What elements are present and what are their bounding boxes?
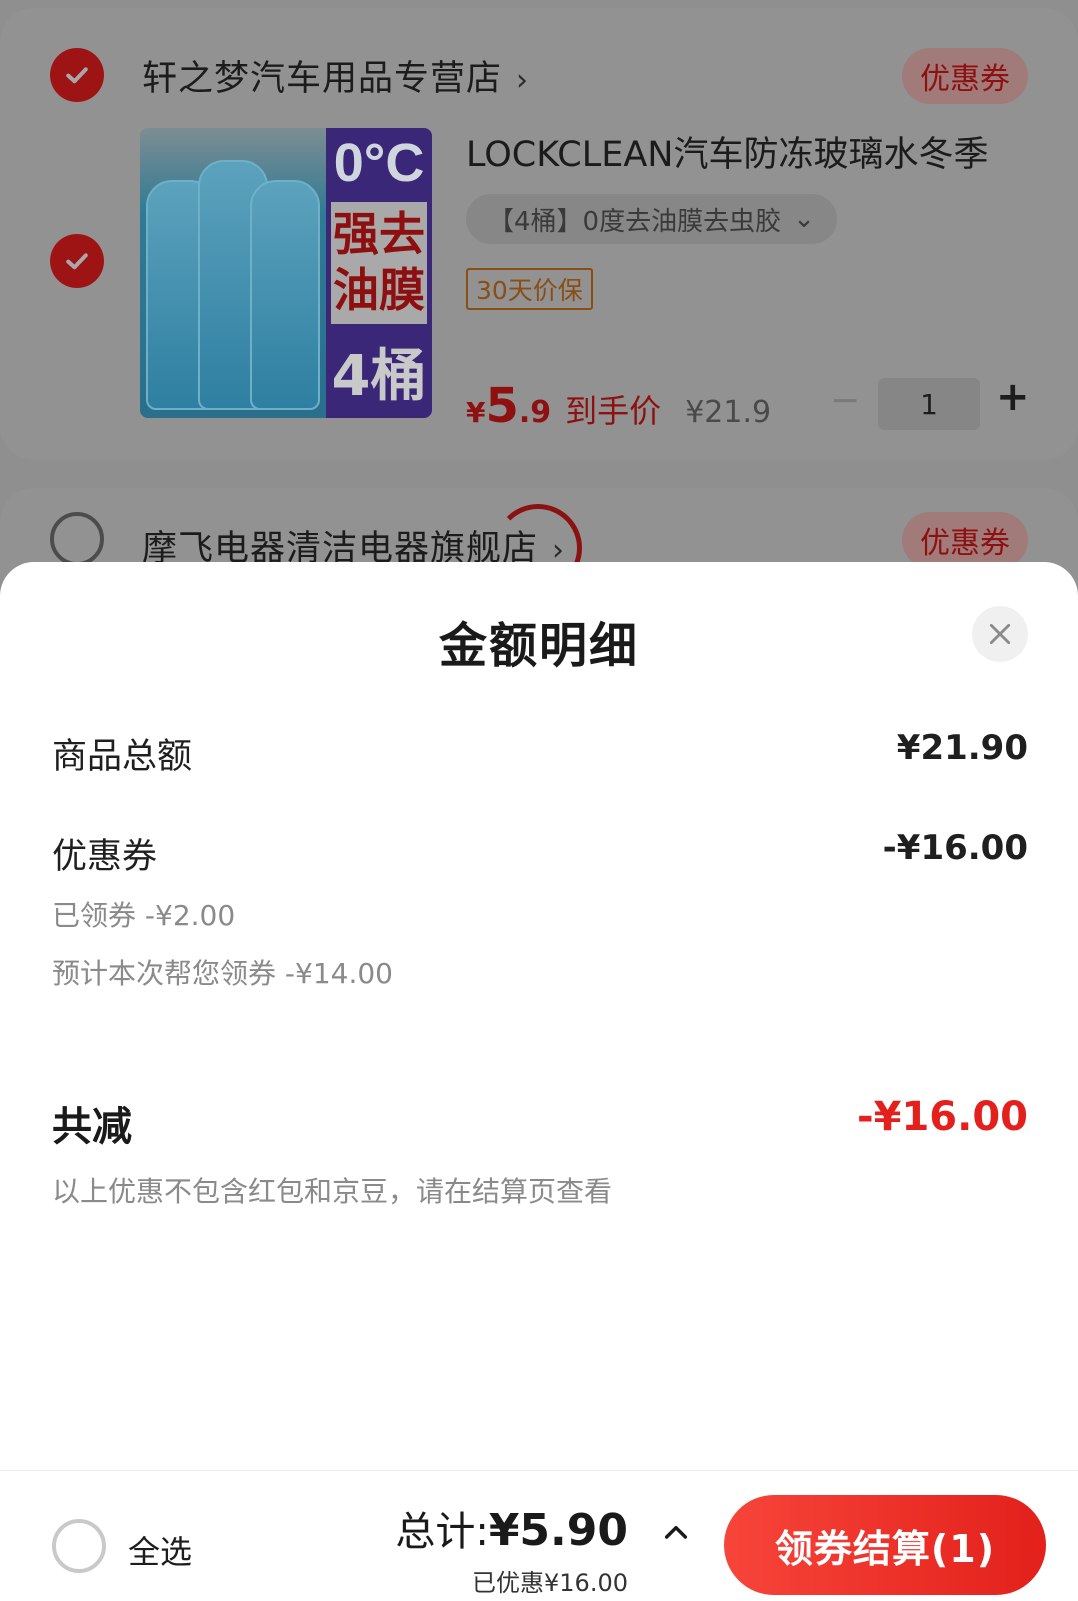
check-icon xyxy=(66,253,88,270)
store-name-link[interactable]: 轩之梦汽车用品专营店 › xyxy=(142,50,529,101)
total-price: 总计:¥5.90 xyxy=(395,1499,628,1557)
original-price: ¥21.9 xyxy=(685,395,772,430)
checkout-bar: 全选 总计:¥5.90 已优惠¥16.00 领券结算(1) xyxy=(0,1470,1078,1601)
claimed-coupon-line: 已领券 -¥2.00 xyxy=(52,899,236,932)
store-card: 轩之梦汽车用品专营店 › 优惠券 0°C 强去 油膜 4桶 LOCKCLEAN汽车… xyxy=(0,8,1078,460)
product-image[interactable]: 0°C 强去 油膜 4桶 xyxy=(140,128,432,418)
product-image-count: 4桶 xyxy=(331,344,427,409)
total-amount: ¥5.90 xyxy=(488,1505,628,1556)
product-image-slogan: 强去 油膜 xyxy=(331,201,427,324)
product-image-panel: 0°C 强去 油膜 4桶 xyxy=(326,128,432,418)
product-bottles-graphic xyxy=(140,128,326,418)
quantity-input[interactable]: 1 xyxy=(878,378,980,430)
bottle-shape xyxy=(250,180,320,410)
store-name: 轩之梦汽车用品专营店 xyxy=(142,59,503,99)
item-select-checkbox[interactable] xyxy=(50,234,104,288)
variant-label: 【4桶】0度去油膜去虫胶 xyxy=(488,206,782,237)
sheet-title: 金额明细 xyxy=(438,618,639,674)
coupon-badge[interactable]: 优惠券 xyxy=(902,48,1028,104)
chevron-up-icon[interactable] xyxy=(660,1517,692,1549)
amount-detail-sheet: 金额明细 商品总额 ¥21.90 优惠券 -¥16.00 已领券 -¥2.00 … xyxy=(0,562,1078,1601)
coupon-badge[interactable]: 优惠券 xyxy=(902,512,1028,568)
price-guarantee-tag: 30天价保 xyxy=(466,268,593,310)
chevron-down-icon: ⌄ xyxy=(793,204,815,234)
price-decimal: .9 xyxy=(518,395,552,430)
product-image-temp: 0°C xyxy=(333,133,425,193)
discount-note: 以上优惠不包含红包和京豆，请在结算页查看 xyxy=(52,1175,613,1208)
total-discount-label: 共减 xyxy=(52,1104,132,1150)
select-all-checkbox[interactable] xyxy=(52,1519,106,1573)
price-integer: 5 xyxy=(485,378,519,434)
auto-claim-coupon-line: 预计本次帮您领券 -¥14.00 xyxy=(52,957,393,990)
price-label: 到手价 xyxy=(565,392,662,430)
select-all-label[interactable]: 全选 xyxy=(128,1527,192,1573)
price-currency: ¥ xyxy=(466,396,486,429)
coupon-label: 优惠券 xyxy=(52,837,158,877)
goods-total-label: 商品总额 xyxy=(52,737,193,777)
check-icon xyxy=(66,67,88,84)
product-title[interactable]: LOCKCLEAN汽车防冻玻璃水冬季 xyxy=(466,126,988,177)
checkout-button[interactable]: 领券结算(1) xyxy=(724,1495,1046,1595)
total-prefix: 总计: xyxy=(395,1509,489,1555)
total-discount-value: -¥16.00 xyxy=(857,1094,1028,1140)
close-icon xyxy=(989,623,1011,645)
quantity-decrease-button[interactable]: − xyxy=(830,380,860,421)
goods-total-value: ¥21.90 xyxy=(896,728,1028,768)
price-row: ¥ 5 .9 到手价 ¥21.9 xyxy=(466,378,771,434)
close-button[interactable] xyxy=(972,606,1028,662)
quantity-increase-button[interactable]: + xyxy=(996,374,1030,420)
product-image-slogan-line2: 油膜 xyxy=(333,262,425,317)
product-image-slogan-line1: 强去 xyxy=(333,206,425,261)
store-select-checkbox[interactable] xyxy=(50,512,104,566)
store-select-checkbox[interactable] xyxy=(50,48,104,102)
saved-amount: 已优惠¥16.00 xyxy=(472,1569,628,1597)
variant-selector[interactable]: 【4桶】0度去油膜去虫胶 ⌄ xyxy=(466,194,837,244)
coupon-value: -¥16.00 xyxy=(882,828,1028,868)
chevron-right-icon: › xyxy=(516,63,530,98)
